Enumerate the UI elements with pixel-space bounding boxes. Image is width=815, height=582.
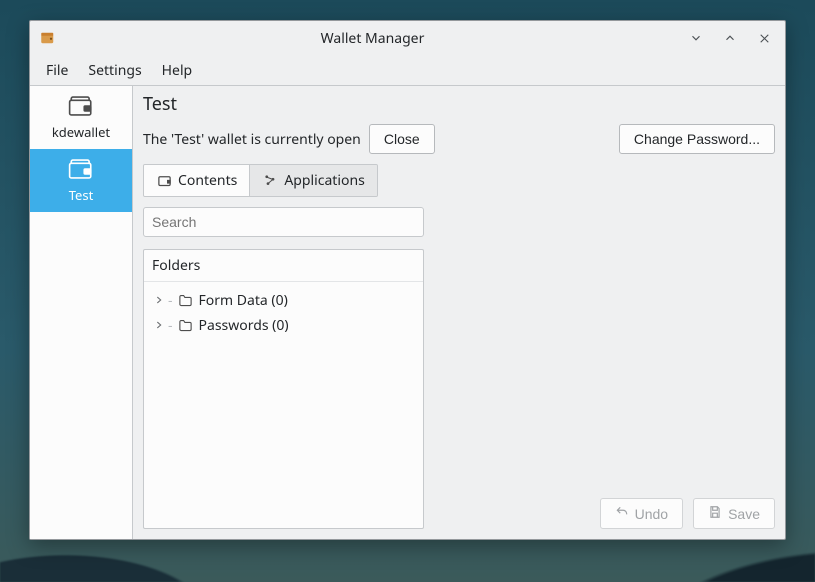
wallet-manager-window: Wallet Manager File Settings Help kdewal… (29, 20, 786, 540)
tab-label: Applications (284, 171, 364, 190)
tab-contents[interactable]: Contents (144, 165, 250, 196)
undo-icon (615, 505, 629, 522)
folders-header: Folders (144, 250, 423, 282)
tree-item-form-data[interactable]: - Form Data (0) (148, 288, 419, 313)
tab-applications[interactable]: Applications (250, 165, 376, 196)
sidebar-item-label: kdewallet (52, 123, 110, 141)
menu-settings[interactable]: Settings (80, 57, 149, 84)
window-controls (687, 29, 777, 47)
folder-icon (178, 293, 194, 309)
folders-panel: Folders - Form Data (0) (143, 249, 424, 529)
menubar: File Settings Help (30, 55, 785, 85)
chevron-right-icon[interactable] (154, 291, 166, 310)
sidebar-item-label: Test (69, 186, 94, 204)
button-label: Save (728, 506, 760, 522)
menu-file[interactable]: File (38, 57, 76, 84)
wallet-icon (68, 94, 94, 118)
window-title: Wallet Manager (64, 29, 681, 48)
close-wallet-button[interactable]: Close (369, 124, 435, 154)
tree-item-passwords[interactable]: - Passwords (0) (148, 313, 419, 338)
tab-bar: Contents Applications (143, 164, 378, 197)
main-panel: Test The 'Test' wallet is currently open… (132, 86, 785, 539)
maximize-button[interactable] (721, 29, 739, 47)
wallet-sidebar: kdewallet Test (30, 86, 132, 539)
save-icon (708, 505, 722, 522)
wallet-icon (68, 157, 94, 181)
page-title: Test (143, 86, 775, 120)
tree-item-label: Form Data (0) (199, 291, 288, 310)
button-label: Undo (635, 506, 668, 522)
search-input[interactable] (143, 207, 424, 237)
tree-item-label: Passwords (0) (199, 316, 289, 335)
menu-help[interactable]: Help (154, 57, 201, 84)
wallet-open-icon (156, 173, 172, 189)
sidebar-item-test[interactable]: Test (30, 149, 132, 212)
change-password-button[interactable]: Change Password... (619, 124, 775, 154)
applications-icon (262, 173, 278, 189)
minimize-button[interactable] (687, 29, 705, 47)
close-button[interactable] (755, 29, 773, 47)
chevron-right-icon[interactable] (154, 316, 166, 335)
titlebar[interactable]: Wallet Manager (30, 21, 785, 55)
save-button[interactable]: Save (693, 498, 775, 529)
sidebar-item-kdewallet[interactable]: kdewallet (30, 86, 132, 149)
folder-icon (178, 318, 194, 334)
tab-label: Contents (178, 171, 237, 190)
wallet-status-text: The 'Test' wallet is currently open (143, 130, 361, 149)
undo-button[interactable]: Undo (600, 498, 683, 529)
folder-tree: - Form Data (0) - (144, 282, 423, 344)
app-icon (38, 28, 58, 48)
